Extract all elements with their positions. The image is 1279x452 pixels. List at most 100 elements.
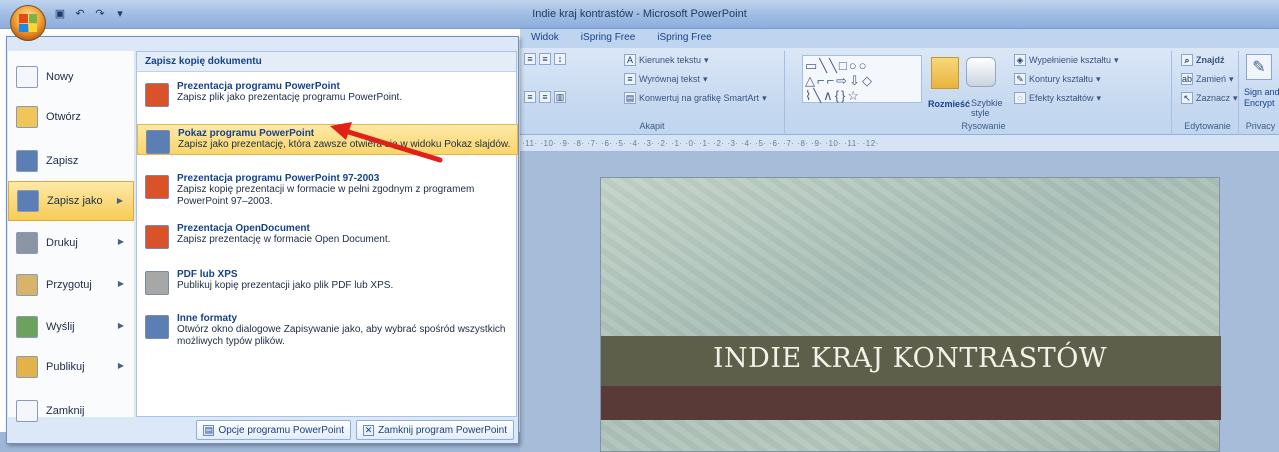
menu-item-otwórz[interactable]: Otwórz: [8, 97, 134, 137]
ribbon: ≡ ≡ ↕ A Kierunek tekstu ▾ ≡ Wyrównaj tekst ▾…: [520, 48, 1279, 135]
menu-item-7-icon: [16, 356, 38, 378]
menu-item-zapisz-jako[interactable]: Zapisz jako ▶: [8, 181, 134, 221]
menu-item-label: Drukuj: [46, 237, 78, 249]
save-format-icon: [145, 83, 169, 107]
select-label: Zaznacz: [1196, 93, 1231, 103]
save-option-1[interactable]: Pokaz programu PowerPoint Zapisz jako pre…: [137, 124, 518, 155]
menu-item-0-icon: [16, 66, 38, 88]
shape-outline-icon: ✎: [1014, 73, 1026, 85]
privacy-group-label: Privacy: [1245, 121, 1276, 131]
list-buttons[interactable]: ≡ ≡ ↕: [524, 53, 566, 65]
privacy-group: ✎ Sign and Encrypt Privacy: [1242, 51, 1279, 133]
binoculars-icon: ⌕: [1181, 54, 1193, 66]
save-option-title: Pokaz programu PowerPoint: [178, 128, 315, 139]
shape-outline-button[interactable]: ✎ Kontury kształtu ▾: [1014, 73, 1101, 85]
slide-subtitle-band: [601, 386, 1221, 420]
menu-item-6-icon: [16, 316, 38, 338]
save-option-0[interactable]: Prezentacja programu PowerPoint Zapisz pl…: [137, 78, 518, 107]
editing-group-label: Edytowanie: [1184, 121, 1231, 131]
arrange-icon[interactable]: [931, 57, 959, 89]
save-option-5[interactable]: Inne formaty Otwórz okno dialogowe Zapisy…: [137, 310, 518, 351]
align-center-icon: ≡: [524, 91, 536, 103]
sign-encrypt-icon[interactable]: ✎: [1246, 54, 1272, 80]
office-menu: Nowy Otwórz Zapisz Zapisz jako ▶ Drukuj ▶ Przyg…: [6, 36, 519, 444]
select-button[interactable]: ↖ Zaznacz ▾: [1181, 92, 1238, 104]
replace-button[interactable]: ab Zamień ▾: [1181, 73, 1234, 85]
powerpoint-window: Indie kraj kontrastów - Microsoft PowerP…: [0, 0, 1279, 452]
align-text-button[interactable]: ≡ Wyrównaj tekst ▾: [624, 73, 707, 85]
save-as-submenu: Zapisz kopię dokumentu Prezentacja progr…: [136, 51, 518, 417]
convert-smartart-label: Konwertuj na grafikę SmartArt: [639, 93, 760, 103]
align-text-label: Wyrównaj tekst: [639, 74, 700, 84]
menu-item-2-icon: [16, 150, 38, 172]
office-menu-footer: ▤ Opcje programu PowerPoint ✕ Zamknij prog…: [8, 417, 518, 443]
arrange-button[interactable]: Rozmieść: [928, 99, 970, 109]
menu-item-nowy[interactable]: Nowy: [8, 57, 134, 97]
ribbon-tabs: Widok iSpring Free iSpring Free: [520, 29, 1279, 48]
text-direction-icon: A: [624, 54, 636, 66]
shape-fill-button[interactable]: ◈ Wypełnienie kształtu ▾: [1014, 54, 1119, 66]
menu-item-publikuj[interactable]: Publikuj ▶: [8, 347, 134, 387]
submenu-arrow-icon: ▶: [117, 237, 124, 246]
shape-effects-button[interactable]: ◌ Efekty kształtów ▾: [1014, 92, 1101, 104]
save-format-icon: [146, 130, 170, 154]
save-option-description: Otwórz okno dialogowe Zapisywanie jako, …: [177, 324, 506, 347]
convert-smartart-button[interactable]: ▤ Konwertuj na grafikę SmartArt ▾: [624, 92, 767, 104]
line-spacing-icon: ↕: [554, 53, 566, 65]
menu-item-label: Otwórz: [46, 111, 81, 123]
window-title: Indie kraj kontrastów - Microsoft PowerP…: [532, 8, 747, 20]
save-option-2[interactable]: Prezentacja programu PowerPoint 97-2003 Z…: [137, 170, 518, 211]
text-direction-button[interactable]: A Kierunek tekstu ▾: [624, 54, 709, 66]
menu-item-wyślij[interactable]: Wyślij ▶: [8, 307, 134, 347]
quick-styles-button[interactable]: Szybkie style: [971, 98, 1009, 118]
customize-qat-icon[interactable]: ▾: [112, 7, 128, 21]
save-option-title: Prezentacja programu PowerPoint: [177, 81, 340, 92]
save-as-header: Zapisz kopię dokumentu: [137, 52, 516, 72]
close-icon: ✕: [363, 424, 375, 436]
save-option-3[interactable]: Prezentacja OpenDocument Zapisz prezentac…: [137, 220, 518, 249]
quick-styles-icon[interactable]: [966, 57, 996, 87]
menu-item-1-icon: [16, 106, 38, 128]
find-button[interactable]: ⌕ Znajdź: [1181, 54, 1225, 66]
text-direction-label: Kierunek tekstu: [639, 55, 702, 65]
justify-icon: ≡: [539, 91, 551, 103]
save-option-4[interactable]: PDF lub XPS Publikuj kopię prezentacji ja…: [137, 266, 518, 295]
slide-canvas[interactable]: INDIE KRAJ KONTRASTÓW: [600, 177, 1221, 452]
title-bar: Indie kraj kontrastów - Microsoft PowerP…: [0, 0, 1279, 29]
menu-item-label: Zapisz: [46, 155, 79, 167]
replace-icon: ab: [1181, 73, 1193, 85]
menu-item-zapisz[interactable]: Zapisz: [8, 141, 134, 181]
undo-icon[interactable]: ↶: [72, 7, 88, 21]
shape-outline-label: Kontury kształtu: [1029, 74, 1094, 84]
shapes-gallery[interactable]: ▭╲╲□○○ △⌐⌐⇨⇩◇ ⌇╲∧{}☆: [802, 55, 922, 103]
menu-item-przygotuj[interactable]: Przygotuj ▶: [8, 265, 134, 305]
redo-icon[interactable]: ↷: [92, 7, 108, 21]
save-option-title: PDF lub XPS: [177, 269, 238, 280]
outdent-icon: ≡: [539, 53, 551, 65]
tab-ispring-2[interactable]: iSpring Free: [646, 29, 722, 48]
align-buttons[interactable]: ≡ ≡ ▥: [524, 91, 566, 103]
sign-and-label[interactable]: Sign and: [1244, 87, 1279, 97]
menu-item-drukuj[interactable]: Drukuj ▶: [8, 223, 134, 263]
office-button[interactable]: [10, 5, 46, 41]
shape-effects-icon: ◌: [1014, 92, 1026, 104]
slide-title[interactable]: INDIE KRAJ KONTRASTÓW: [601, 343, 1219, 374]
save-option-title: Prezentacja programu PowerPoint 97-2003: [177, 173, 380, 184]
menu-item-label: Zapisz jako: [47, 195, 103, 207]
indent-icon: ≡: [524, 53, 536, 65]
tab-ispring-1[interactable]: iSpring Free: [570, 29, 646, 48]
encrypt-label[interactable]: Encrypt: [1244, 98, 1275, 108]
save-format-icon: [145, 271, 169, 295]
submenu-arrow-icon: ▶: [117, 321, 124, 330]
submenu-arrow-icon: ▶: [117, 279, 124, 288]
tab-widok[interactable]: Widok: [520, 29, 570, 48]
exit-powerpoint-button[interactable]: ✕ Zamknij program PowerPoint: [356, 420, 514, 440]
save-format-icon: [145, 315, 169, 339]
powerpoint-options-button[interactable]: ▤ Opcje programu PowerPoint: [196, 420, 352, 440]
select-icon: ↖: [1181, 92, 1193, 104]
submenu-arrow-icon: ▶: [116, 196, 123, 205]
menu-item-label: Nowy: [46, 71, 74, 83]
shape-fill-label: Wypełnienie kształtu: [1029, 55, 1111, 65]
save-option-description: Zapisz kopię prezentacji w formacie w pe…: [177, 184, 475, 207]
save-icon[interactable]: ▣: [52, 7, 68, 21]
